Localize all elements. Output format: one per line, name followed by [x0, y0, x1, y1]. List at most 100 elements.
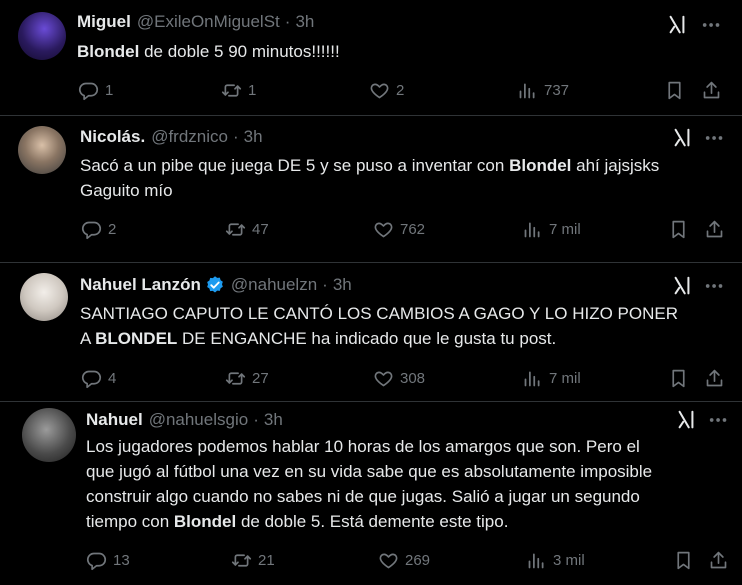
- like-count: 762: [400, 221, 426, 238]
- reply-icon: [81, 370, 102, 389]
- avatar[interactable]: [18, 12, 66, 60]
- reply-count: 1: [105, 82, 114, 99]
- post-time[interactable]: 3h: [333, 275, 352, 295]
- more-options-icon[interactable]: [704, 275, 726, 297]
- more-options-icon[interactable]: [704, 127, 726, 149]
- author-name[interactable]: Miguel: [77, 12, 131, 32]
- views-icon: [528, 553, 544, 569]
- bookmark-icon: [672, 220, 685, 239]
- reply-icon: [86, 552, 107, 571]
- repost-button[interactable]: 21: [231, 550, 275, 571]
- grok-icon[interactable]: [666, 14, 688, 36]
- views-button[interactable]: 737: [517, 80, 569, 101]
- like-icon: [374, 222, 393, 238]
- views-icon: [524, 222, 540, 238]
- repost-count: 21: [258, 552, 275, 569]
- reply-count: 13: [113, 552, 130, 569]
- grok-icon[interactable]: [671, 275, 693, 297]
- views-button[interactable]: 3 mil: [526, 550, 585, 571]
- reply-count: 4: [108, 370, 117, 387]
- reply-button[interactable]: 1: [78, 80, 113, 101]
- views-button[interactable]: 7 mil: [522, 219, 581, 240]
- author-name[interactable]: Nicolás.: [80, 127, 145, 147]
- bookmark-button[interactable]: [673, 550, 694, 571]
- share-button[interactable]: [708, 550, 729, 571]
- post-time[interactable]: 3h: [264, 410, 283, 430]
- views-icon: [519, 83, 535, 99]
- more-options-icon[interactable]: [701, 14, 723, 36]
- post-time[interactable]: 3h: [295, 12, 314, 32]
- grok-icon[interactable]: [675, 409, 697, 431]
- repost-button[interactable]: 27: [225, 368, 269, 389]
- views-icon: [524, 371, 540, 387]
- repost-button[interactable]: 47: [225, 219, 269, 240]
- repost-icon: [221, 84, 242, 97]
- post-nahuel[interactable]: Nahuel @nahuelsgio · 3h Los jugadores po…: [0, 402, 742, 585]
- like-button[interactable]: 2: [369, 80, 404, 101]
- author-handle[interactable]: @nahuelzn: [231, 275, 317, 295]
- views-count: 3 mil: [553, 552, 585, 569]
- views-count: 7 mil: [549, 221, 581, 238]
- avatar[interactable]: [20, 273, 68, 321]
- views-count: 7 mil: [549, 370, 581, 387]
- grok-icon[interactable]: [671, 127, 693, 149]
- separator-dot: ·: [284, 12, 291, 31]
- post-nahuel-lanzon[interactable]: Nahuel Lanzón @nahuelzn · 3h SANTIAGO CA…: [0, 263, 742, 401]
- bookmark-button[interactable]: [668, 368, 689, 389]
- bookmark-icon: [672, 369, 685, 388]
- author-name[interactable]: Nahuel: [86, 410, 143, 430]
- share-button[interactable]: [704, 219, 725, 240]
- repost-icon: [231, 554, 252, 567]
- post-text: SANTIAGO CAPUTO LE CANTÓ LOS CAMBIOS A G…: [80, 304, 678, 348]
- avatar[interactable]: [22, 408, 76, 462]
- bookmark-icon: [677, 551, 690, 570]
- post-time[interactable]: 3h: [244, 127, 263, 147]
- like-icon: [374, 371, 393, 387]
- share-icon: [710, 551, 727, 569]
- post-miguel[interactable]: Miguel @ExileOnMiguelSt · 3h Blondel de …: [0, 0, 742, 115]
- timeline: Miguel @ExileOnMiguelSt · 3h Blondel de …: [0, 0, 742, 585]
- share-button[interactable]: [701, 80, 722, 101]
- separator-dot: ·: [233, 127, 239, 146]
- share-icon: [703, 81, 720, 99]
- repost-button[interactable]: 1: [221, 80, 256, 101]
- reply-button[interactable]: 13: [86, 550, 130, 571]
- bookmark-button[interactable]: [664, 80, 685, 101]
- share-icon: [706, 220, 723, 238]
- repost-count: 47: [252, 221, 269, 238]
- separator-dot: ·: [253, 410, 259, 429]
- reply-button[interactable]: 2: [81, 219, 116, 240]
- bookmark-icon: [668, 81, 681, 100]
- post-text: Los jugadores podemos hablar 10 horas de…: [86, 437, 653, 531]
- share-icon: [706, 369, 723, 387]
- repost-count: 27: [252, 370, 269, 387]
- reply-button[interactable]: 4: [81, 368, 116, 389]
- post-text: Sacó a un pibe que juega DE 5 y se puso …: [80, 156, 660, 200]
- avatar[interactable]: [18, 126, 66, 174]
- author-handle[interactable]: @frdznico: [151, 127, 228, 147]
- repost-icon: [225, 372, 246, 385]
- like-count: 308: [400, 370, 426, 387]
- author-name[interactable]: Nahuel Lanzón: [80, 275, 201, 295]
- post-nicolas[interactable]: Nicolás. @frdznico · 3h Sacó a un pibe q…: [0, 116, 742, 262]
- like-icon: [379, 553, 398, 569]
- views-button[interactable]: 7 mil: [522, 368, 581, 389]
- post-text: Blondel de doble 5 90 minutos!!!!!!: [77, 42, 340, 61]
- repost-count: 1: [248, 82, 257, 99]
- like-count: 269: [405, 552, 431, 569]
- separator-dot: ·: [322, 275, 328, 294]
- author-handle[interactable]: @nahuelsgio: [149, 410, 249, 430]
- reply-icon: [81, 221, 102, 240]
- like-button[interactable]: 308: [373, 368, 425, 389]
- more-options-icon[interactable]: [708, 409, 730, 431]
- verified-badge-icon: [207, 276, 223, 293]
- views-count: 737: [544, 82, 570, 99]
- repost-icon: [225, 223, 246, 236]
- like-button[interactable]: 269: [378, 550, 430, 571]
- author-handle[interactable]: @ExileOnMiguelSt: [137, 12, 280, 32]
- bookmark-button[interactable]: [668, 219, 689, 240]
- like-button[interactable]: 762: [373, 219, 425, 240]
- reply-count: 2: [108, 221, 117, 238]
- share-button[interactable]: [704, 368, 725, 389]
- like-icon: [370, 83, 389, 99]
